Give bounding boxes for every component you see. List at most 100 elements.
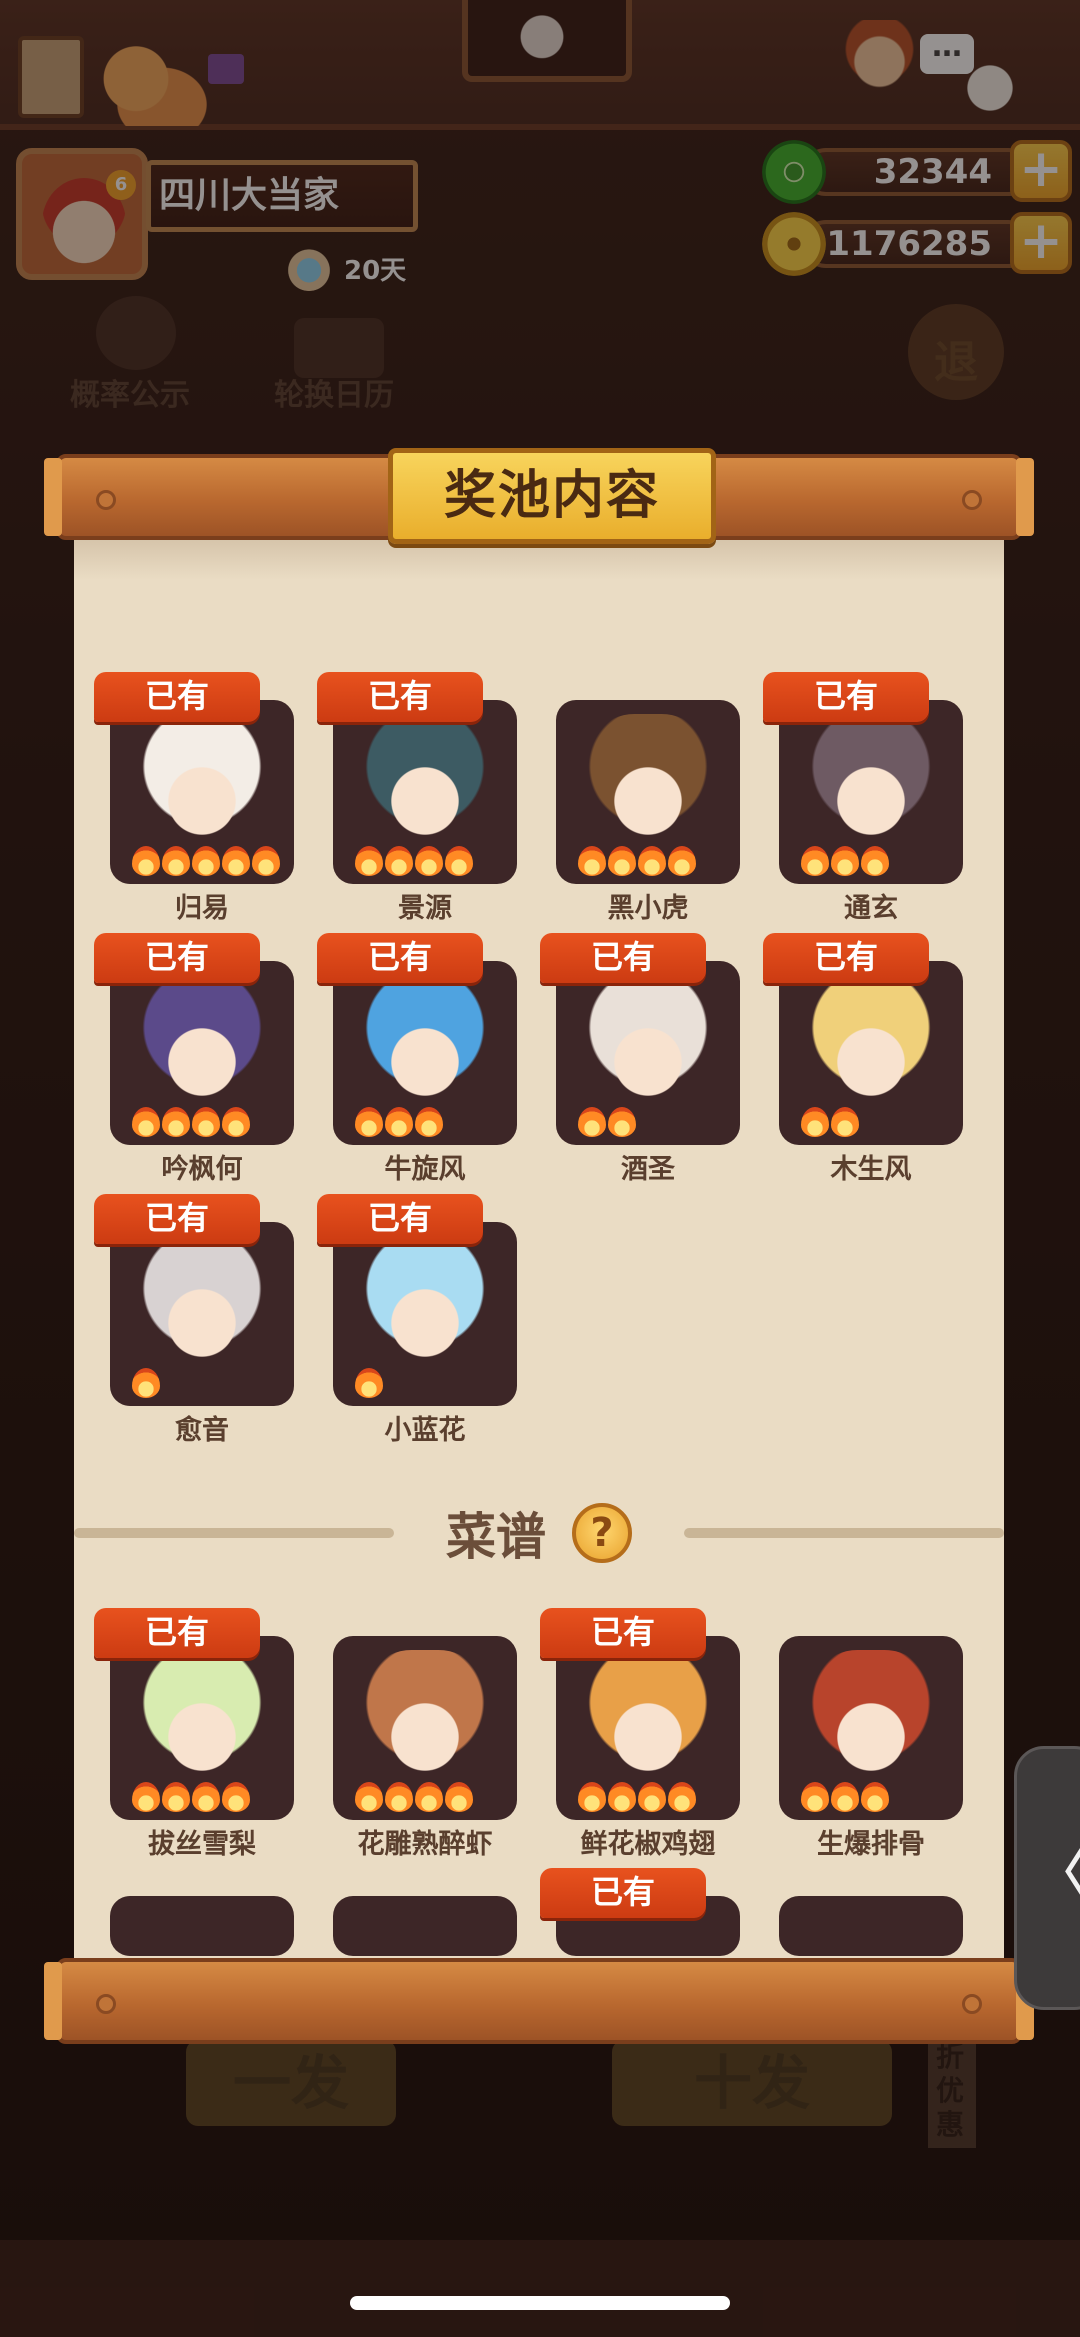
flame-icon	[162, 846, 190, 876]
flame-icon	[132, 1368, 160, 1398]
rarity-flames	[801, 1107, 861, 1137]
owned-badge: 已有	[94, 1608, 260, 1658]
flame-icon	[578, 1107, 606, 1137]
owned-badge: 已有	[763, 672, 929, 722]
home-indicator[interactable]	[350, 2296, 730, 2310]
card-portrait	[333, 1636, 517, 1820]
flame-icon	[668, 1782, 696, 1812]
flame-icon	[385, 846, 413, 876]
card-art	[803, 1650, 939, 1800]
owned-badge: 已有	[317, 672, 483, 722]
section-divider	[74, 1528, 394, 1538]
card-portrait	[556, 1636, 740, 1820]
flame-icon	[415, 1107, 443, 1137]
card-portrait	[779, 1896, 963, 1956]
card-portrait	[333, 961, 517, 1145]
flame-icon	[355, 1107, 383, 1137]
flame-icon	[831, 1107, 859, 1137]
card-name: 小蓝花	[384, 1415, 466, 1446]
card-portrait	[110, 961, 294, 1145]
card-portrait	[110, 1896, 294, 1956]
rarity-flames	[355, 1368, 385, 1398]
card-art	[803, 714, 939, 864]
flame-icon	[608, 846, 636, 876]
flame-icon	[578, 1782, 606, 1812]
card-portrait	[779, 700, 963, 884]
card-name: 景源	[398, 893, 452, 924]
flame-icon	[415, 1782, 443, 1812]
card-art	[803, 975, 939, 1125]
owned-badge: 已有	[540, 1608, 706, 1658]
flame-icon	[385, 1782, 413, 1812]
flame-icon	[831, 846, 859, 876]
flame-icon	[415, 846, 443, 876]
flame-icon	[638, 1782, 666, 1812]
section-header: 菜谱?	[74, 1498, 1004, 1568]
flame-icon	[385, 1107, 413, 1137]
flame-icon	[608, 1107, 636, 1137]
card-name: 花雕熟醉虾	[357, 1829, 493, 1860]
flame-icon	[801, 846, 829, 876]
card-name: 通玄	[844, 893, 898, 924]
card-portrait	[110, 1636, 294, 1820]
rarity-flames	[132, 1368, 162, 1398]
card-name: 木生风	[830, 1154, 912, 1185]
section-title: 菜谱	[446, 1508, 546, 1566]
flame-icon	[222, 846, 250, 876]
rod-bolt	[962, 1994, 982, 2014]
card-art	[357, 975, 493, 1125]
flame-icon	[355, 1782, 383, 1812]
section-divider	[684, 1528, 1004, 1538]
card-art	[580, 1650, 716, 1800]
card-name: 归易	[175, 893, 229, 924]
rod-bolt	[96, 490, 116, 510]
card-art	[134, 1650, 270, 1800]
flame-icon	[355, 1368, 383, 1398]
rarity-flames	[355, 1782, 475, 1812]
card-portrait	[556, 961, 740, 1145]
card-art	[134, 1236, 270, 1386]
card-art	[357, 714, 493, 864]
rarity-flames	[132, 846, 282, 876]
flame-icon	[445, 846, 473, 876]
card-name: 酒圣	[621, 1154, 675, 1185]
card-portrait	[110, 1222, 294, 1406]
card-portrait	[779, 961, 963, 1145]
help-icon[interactable]: ?	[572, 1503, 632, 1563]
scroll-rod-bottom	[44, 1958, 1034, 2044]
flame-icon	[801, 1782, 829, 1812]
card-portrait	[333, 1896, 517, 1956]
rarity-flames	[801, 1782, 891, 1812]
rarity-flames	[132, 1782, 252, 1812]
owned-badge: 已有	[540, 1868, 706, 1918]
rarity-flames	[355, 1107, 445, 1137]
card-name: 生爆排骨	[817, 1829, 925, 1860]
rarity-flames	[578, 1107, 638, 1137]
flame-icon	[162, 1782, 190, 1812]
flame-icon	[355, 846, 383, 876]
flame-icon	[222, 1107, 250, 1137]
rarity-flames	[132, 1107, 252, 1137]
flame-icon	[162, 1107, 190, 1137]
rarity-flames	[801, 846, 891, 876]
owned-badge: 已有	[94, 933, 260, 983]
card-art	[134, 975, 270, 1125]
flame-icon	[222, 1782, 250, 1812]
card-art	[357, 1650, 493, 1800]
flame-icon	[132, 846, 160, 876]
rod-bolt	[962, 490, 982, 510]
card-art	[580, 714, 716, 864]
flame-icon	[132, 1107, 160, 1137]
flame-icon	[132, 1782, 160, 1812]
flame-icon	[831, 1782, 859, 1812]
flame-icon	[668, 846, 696, 876]
card-art	[580, 975, 716, 1125]
rarity-flames	[355, 846, 475, 876]
card-portrait	[556, 700, 740, 884]
owned-badge: 已有	[317, 933, 483, 983]
flame-icon	[861, 846, 889, 876]
flame-icon	[252, 846, 280, 876]
card-portrait	[333, 1222, 517, 1406]
flame-icon	[861, 1782, 889, 1812]
side-expand-tab[interactable]: 〈	[1014, 1746, 1080, 2010]
